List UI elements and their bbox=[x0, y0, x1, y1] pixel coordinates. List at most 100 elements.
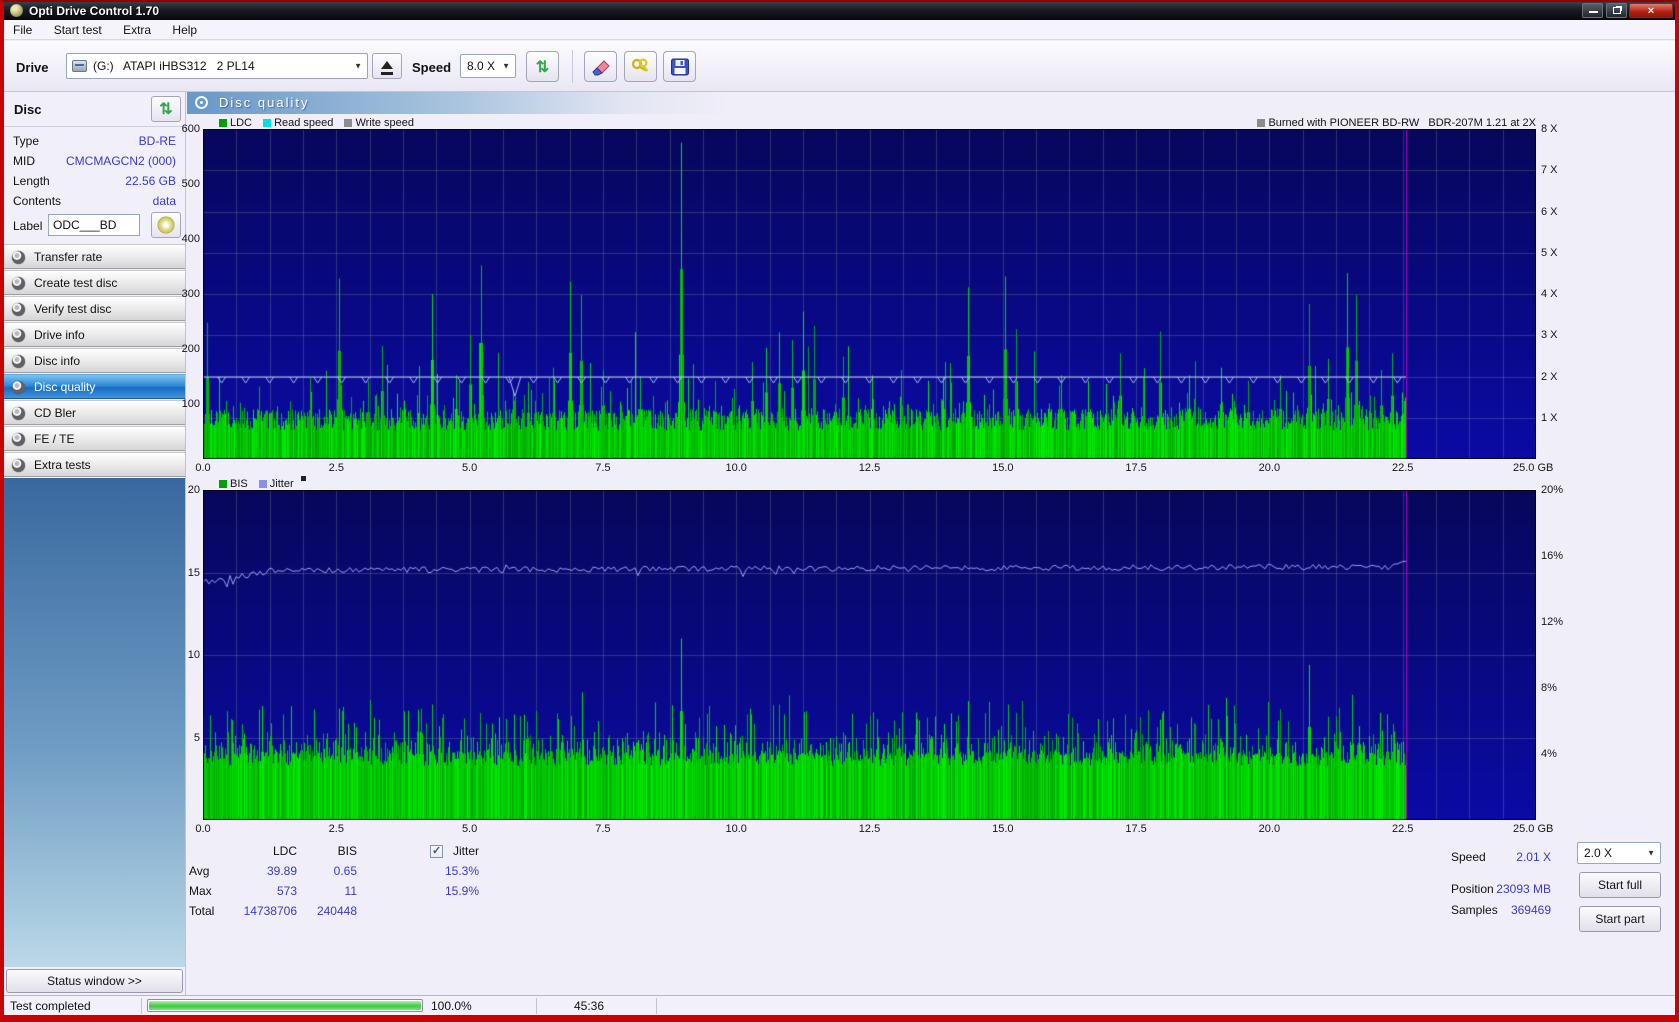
disc-type-value: BD-RE bbox=[139, 134, 176, 148]
axis-tick-label: 2 X bbox=[1541, 371, 1558, 383]
sidebar-item-cd-bler[interactable]: CD Bler bbox=[4, 400, 185, 425]
chevron-down-icon: ▼ bbox=[499, 60, 513, 73]
write-speed-swatch bbox=[344, 119, 352, 127]
sidebar-item-verify-test-disc[interactable]: Verify test disc bbox=[4, 296, 185, 321]
axis-tick-label: 200 bbox=[176, 343, 200, 355]
axis-tick-label: 15.0 bbox=[988, 462, 1018, 474]
menu-start-test[interactable]: Start test bbox=[45, 20, 111, 40]
drive-select[interactable]: (G:) ATAPI iHBS312 2 PL14 ▼ bbox=[66, 53, 368, 79]
eraser-icon bbox=[591, 58, 611, 76]
disc-contents-value: data bbox=[153, 194, 176, 208]
chevron-down-icon: ▼ bbox=[1644, 847, 1658, 860]
progress-fill bbox=[149, 1001, 421, 1010]
axis-tick-label: 15.0 bbox=[988, 823, 1018, 835]
bis-swatch bbox=[219, 480, 227, 488]
axis-tick-label: 25.0 GB bbox=[1513, 462, 1573, 474]
avg-bis-value: 0.65 bbox=[307, 864, 357, 878]
total-row-label: Total bbox=[189, 904, 214, 918]
sidebar-item-disc-quality[interactable]: Disc quality bbox=[4, 374, 185, 399]
axis-tick-label: 400 bbox=[176, 233, 200, 245]
sidebar-item-label: FE / TE bbox=[34, 432, 74, 446]
axis-tick-label: 0.0 bbox=[188, 462, 218, 474]
axis-tick-label: 0.0 bbox=[188, 823, 218, 835]
disc-refresh-button[interactable]: ⇅ bbox=[151, 96, 181, 122]
legend-write-speed: Write speed bbox=[355, 117, 414, 129]
sidebar-item-create-test-disc[interactable]: Create test disc bbox=[4, 270, 185, 295]
axis-tick-label: 22.5 bbox=[1388, 823, 1418, 835]
axis-tick-label: 25.0 GB bbox=[1513, 823, 1573, 835]
axis-tick-label: 100 bbox=[176, 398, 200, 410]
panel-header: Disc quality bbox=[187, 92, 827, 114]
main-panel: Disc quality LDC Read speed Write speed … bbox=[187, 92, 1675, 995]
progress-bar bbox=[147, 999, 423, 1012]
disc-label-label: Label bbox=[13, 219, 42, 233]
max-bis-value: 11 bbox=[307, 884, 357, 898]
sidebar-item-extra-tests[interactable]: Extra tests bbox=[4, 452, 185, 477]
menu-extra[interactable]: Extra bbox=[114, 20, 160, 40]
client-area: Disc ⇅ TypeBD-RE MIDCMCMAGCN2 (000) Leng… bbox=[4, 92, 1675, 995]
app-window: Opti Drive Control 1.70 × File Start tes… bbox=[0, 0, 1679, 1022]
total-ldc-value: 14738706 bbox=[217, 904, 297, 918]
disc-icon bbox=[158, 217, 175, 234]
minimize-icon bbox=[1589, 11, 1598, 13]
axis-tick-label: 10.0 bbox=[721, 823, 751, 835]
sidebar-item-label: Transfer rate bbox=[34, 250, 102, 264]
status-bar: Test completed 100.0% 45:36 bbox=[4, 995, 1675, 1015]
axis-tick-label: 17.5 bbox=[1121, 823, 1151, 835]
ldc-chart-canvas[interactable] bbox=[203, 129, 1536, 459]
drive-select-value: (G:) ATAPI iHBS312 2 PL14 bbox=[93, 59, 255, 73]
minimize-button[interactable] bbox=[1582, 3, 1603, 18]
close-button[interactable]: × bbox=[1629, 3, 1673, 18]
axis-tick-label: 2.5 bbox=[321, 462, 351, 474]
annotation-swatch bbox=[1257, 119, 1265, 127]
axis-tick-label: 1 X bbox=[1541, 412, 1558, 424]
eject-button[interactable] bbox=[372, 53, 402, 79]
sidebar-nav: Transfer rate Create test discVerify test… bbox=[4, 244, 185, 478]
bis-jitter-chart: 201510520%16%12%8%4%0.02.55.07.510.012.5… bbox=[203, 490, 1536, 820]
toolbar-separator bbox=[572, 50, 573, 83]
axis-tick-label: 2.5 bbox=[321, 823, 351, 835]
disc-panel: Disc ⇅ TypeBD-RE MIDCMCMAGCN2 (000) Leng… bbox=[4, 92, 185, 244]
disc-icon bbox=[12, 329, 25, 342]
menu-help[interactable]: Help bbox=[163, 20, 206, 40]
axis-tick-label: 17.5 bbox=[1121, 462, 1151, 474]
drive-icon bbox=[72, 60, 87, 72]
test-speed-value: 2.0 X bbox=[1584, 846, 1612, 860]
refresh-icon: ⇅ bbox=[527, 57, 558, 77]
sidebar-item-fe-te[interactable]: FE / TE bbox=[4, 426, 185, 451]
avg-row-label: Avg bbox=[189, 864, 209, 878]
sidebar-item-transfer-rate[interactable]: Transfer rate bbox=[4, 244, 185, 269]
speed-select[interactable]: 8.0 X ▼ bbox=[460, 54, 516, 78]
axis-tick-label: 20.0 bbox=[1254, 462, 1284, 474]
window-border bbox=[0, 1015, 1679, 1022]
start-part-button[interactable]: Start part bbox=[1579, 906, 1661, 932]
sidebar: Disc ⇅ TypeBD-RE MIDCMCMAGCN2 (000) Leng… bbox=[4, 92, 186, 995]
start-full-button[interactable]: Start full bbox=[1579, 872, 1661, 898]
menu-file[interactable]: File bbox=[4, 20, 41, 40]
axis-tick-label: 20.0 bbox=[1254, 823, 1284, 835]
status-window-button[interactable]: Status window >> bbox=[6, 969, 183, 993]
disc-label-input[interactable] bbox=[48, 214, 140, 236]
jitter-checkbox[interactable]: ✓ bbox=[430, 845, 443, 858]
ldc-chart-legend: LDC Read speed Write speed bbox=[219, 117, 414, 129]
sidebar-item-disc-info[interactable]: Disc info bbox=[4, 348, 185, 373]
erase-disc-button[interactable] bbox=[584, 51, 617, 82]
restore-icon bbox=[1613, 7, 1621, 14]
avg-jitter-value: 15.3% bbox=[417, 864, 479, 878]
axis-tick-label: 10.0 bbox=[721, 462, 751, 474]
speed-stat-value: 2.01 X bbox=[1469, 850, 1551, 864]
axis-tick-label: 5 X bbox=[1541, 247, 1558, 259]
save-button[interactable] bbox=[663, 51, 696, 82]
license-button[interactable] bbox=[624, 51, 657, 82]
sidebar-item-drive-info[interactable]: Drive info bbox=[4, 322, 185, 347]
axis-tick-label: 12.5 bbox=[855, 462, 885, 474]
progress-label: 100.0% bbox=[431, 999, 472, 1013]
test-speed-select[interactable]: 2.0 X ▼ bbox=[1577, 842, 1661, 864]
restore-button[interactable] bbox=[1606, 3, 1627, 18]
refresh-icon: ⇅ bbox=[152, 99, 180, 119]
legend-jitter: Jitter bbox=[270, 478, 294, 490]
bis-jitter-chart-canvas[interactable] bbox=[203, 490, 1536, 820]
refresh-button[interactable]: ⇅ bbox=[526, 51, 559, 82]
disc-icon bbox=[12, 303, 25, 316]
sidebar-item-label: Disc info bbox=[34, 354, 80, 368]
